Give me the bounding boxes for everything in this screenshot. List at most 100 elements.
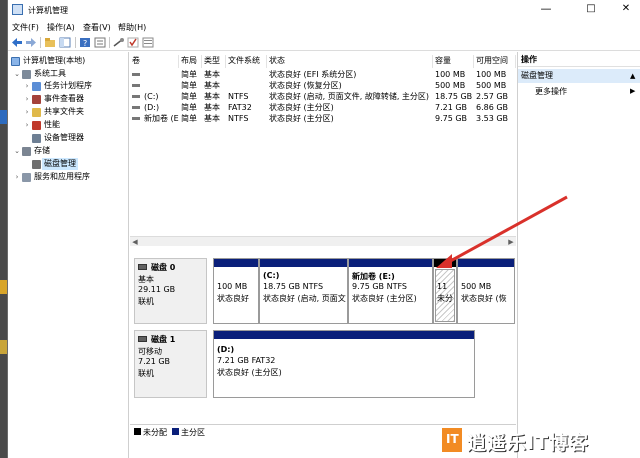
column-header-status[interactable]: 状态 [267,55,433,68]
collapse-icon[interactable]: ⌄ [13,68,21,80]
shared-folder-icon [32,108,41,117]
partition-unallocated[interactable]: 11 未分 [433,258,457,324]
expand-icon[interactable]: › [13,171,21,183]
help-icon[interactable]: ? [79,37,91,48]
column-header-volume[interactable]: 卷 [130,55,179,68]
partition-d[interactable]: (D:) 7.21 GB FAT32 状态良好 (主分区) [213,330,475,398]
menu-help[interactable]: 帮助(H) [118,22,146,33]
cell-layout: 简单 [181,70,197,79]
cell-volume [142,69,179,80]
partition-status: 状态良好 (主分区) [352,294,417,303]
disk-0-info[interactable]: 磁盘 0 基本 29.11 GB 联机 [134,258,207,324]
storage-icon [22,147,31,156]
cell-volume: (C:) [144,92,159,101]
tree-item-device-manager[interactable]: 设备管理器 [23,132,128,144]
title-bar: 计算机管理 — □ ✕ [8,0,640,20]
table-row[interactable]: (C:) 简单 基本 NTFS 状态良好 (启动, 页面文件, 故障转储, 主分… [130,91,516,102]
disk-status: 联机 [138,297,154,306]
disk-type: 可移动 [138,347,162,356]
disk-icon [32,160,41,169]
desktop-icon[interactable] [0,110,7,124]
connect-icon[interactable] [113,37,125,48]
table-row[interactable]: 简单 基本 状态良好 (EFI 系统分区) 100 MB 100 MB [130,69,516,80]
more-actions-link[interactable]: 更多操作 [535,86,567,97]
cell-layout: 简单 [181,92,197,101]
expand-icon[interactable]: ▶ [630,87,635,95]
minimize-button[interactable]: — [531,0,561,20]
tree-item-shared-folders[interactable]: › 共享文件夹 [23,106,128,118]
desktop-icon[interactable] [0,340,7,354]
up-folder-icon[interactable] [44,37,56,48]
expand-icon[interactable]: › [23,119,31,131]
actions-section-disk-management[interactable]: 磁盘管理 [518,69,640,83]
disk-icon [138,264,147,270]
tree-item-event-viewer[interactable]: › 事件查看器 [23,93,128,105]
partition-c[interactable]: (C:) 18.75 GB NTFS 状态良好 (启动, 页面文 [259,258,348,324]
forward-icon[interactable] [25,37,37,48]
partition-recovery[interactable]: 500 MB 状态良好 (恢 [457,258,515,324]
partition-efi[interactable]: 100 MB 状态良好 [213,258,259,324]
menu-action[interactable]: 操作(A) [47,22,75,33]
close-button[interactable]: ✕ [611,0,640,20]
volume-icon [132,117,140,120]
column-header-filesystem[interactable]: 文件系统 [226,55,267,68]
tree-item-storage[interactable]: ⌄ 存储 [13,145,128,157]
legend-primary: 主分区 [181,428,205,437]
tree-item-task-scheduler[interactable]: › 任务计划程序 [23,80,128,92]
cell-filesystem [226,69,267,80]
list-view-icon[interactable] [142,37,154,48]
properties-icon[interactable] [94,37,106,48]
tree-item-disk-management[interactable]: 磁盘管理 [23,158,128,170]
cell-free-space: 6.86 GB [476,103,509,112]
watermark-text: 逍遥乐IT博客 [467,432,590,454]
cell-filesystem [226,80,267,91]
collapse-icon[interactable]: ▲ [630,72,635,80]
partition-status: 未分 [437,294,453,303]
show-hide-tree-icon[interactable] [59,37,71,48]
disk-1-info[interactable]: 磁盘 1 可移动 7.21 GB 联机 [134,330,207,398]
cell-type: 基本 [204,92,220,101]
checkmark-icon[interactable] [127,37,139,48]
table-row[interactable]: (D:) 简单 基本 FAT32 状态良好 (主分区) 7.21 GB 6.86… [130,102,516,113]
collapse-icon[interactable]: ⌄ [13,145,21,157]
scroll-right-icon[interactable]: ▶ [506,237,516,247]
maximize-button[interactable]: □ [576,0,606,20]
scroll-left-icon[interactable]: ◀ [130,237,140,247]
actions-header: 操作 [518,52,640,67]
cell-capacity: 18.75 GB [435,92,473,101]
menu-bar: 文件(F) 操作(A) 查看(V) 帮助(H) [8,20,640,34]
horizontal-scrollbar[interactable]: ◀ ▶ [130,236,516,246]
cell-volume [142,80,179,91]
tree-item-root[interactable]: 计算机管理(本地) [10,55,128,67]
cell-layout: 简单 [181,81,197,90]
menu-file[interactable]: 文件(F) [12,22,39,33]
unallocated-bar [434,259,456,267]
table-row[interactable]: 简单 基本 状态良好 (恢复分区) 500 MB 500 MB [130,80,516,91]
menu-view[interactable]: 查看(V) [83,22,111,33]
volume-icon [132,106,140,109]
desktop-icon[interactable] [0,280,7,294]
desktop-background [0,0,7,458]
device-manager-icon [32,134,41,143]
partition-e[interactable]: 新加卷 (E:) 9.75 GB NTFS 状态良好 (主分区) [348,258,433,324]
tree-item-system-tools[interactable]: ⌄ 系统工具 [13,68,128,80]
column-header-layout[interactable]: 布局 [179,55,202,68]
column-header-type[interactable]: 类型 [202,55,226,68]
cell-layout: 简单 [181,114,197,123]
tree-item-performance[interactable]: › 性能 [23,119,128,131]
expand-icon[interactable]: › [23,80,31,92]
cell-volume: (D:) [144,103,160,112]
column-header-capacity[interactable]: 容量 [433,55,474,68]
volume-icon [132,95,140,98]
tree-item-services-apps[interactable]: › 服务和应用程序 [13,171,128,183]
event-viewer-icon [32,95,41,104]
expand-icon[interactable]: › [23,93,31,105]
table-row[interactable]: 新加卷 (E:) 简单 基本 NTFS 状态良好 (主分区) 9.75 GB 3… [130,113,516,124]
back-icon[interactable] [11,37,23,48]
disk-status: 联机 [138,369,154,378]
expand-icon[interactable]: › [23,106,31,118]
disk-name: 磁盘 0 [151,263,176,272]
performance-icon [32,121,41,130]
column-header-free-space[interactable]: 可用空间 [474,55,516,68]
cell-capacity: 500 MB [435,81,466,90]
